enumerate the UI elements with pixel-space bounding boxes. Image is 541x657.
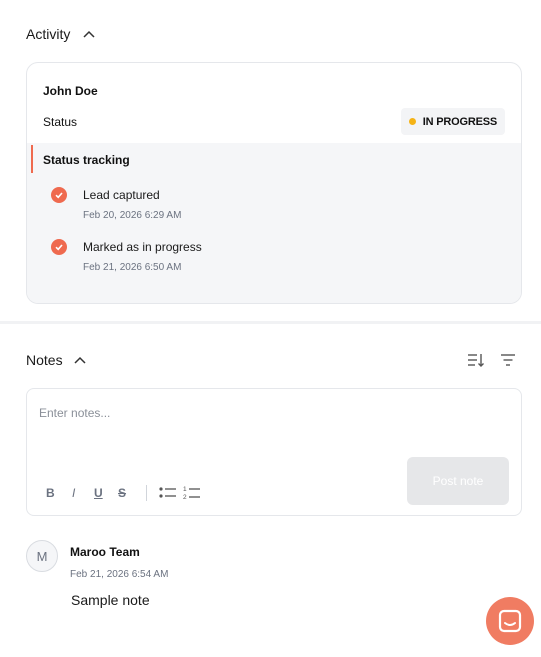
notes-header: Notes [26, 352, 87, 368]
tracking-title: Status tracking [43, 153, 130, 167]
step-connector [31, 145, 33, 173]
italic-button[interactable]: I [72, 486, 75, 500]
step-label: Lead captured [83, 188, 160, 202]
activity-header: Activity [26, 26, 96, 42]
filter-icon[interactable] [499, 351, 517, 369]
status-badge: IN PROGRESS [400, 108, 505, 135]
section-divider [0, 321, 541, 324]
notes-toolbar [467, 351, 517, 369]
bold-button[interactable]: B [46, 486, 55, 500]
chat-icon [498, 609, 522, 633]
status-label: Status [43, 115, 78, 129]
svg-text:2: 2 [183, 494, 187, 501]
activity-card: John Doe Status IN PROGRESS Status track… [26, 62, 522, 304]
step-time: Feb 20, 2026 6:29 AM [83, 210, 182, 221]
check-circle-icon [51, 239, 67, 255]
status-dot [408, 118, 416, 125]
lead-name: John Doe [43, 84, 98, 98]
strikethrough-button[interactable]: S [118, 486, 126, 500]
numbered-list-icon[interactable]: 1 2 [182, 485, 202, 501]
notes-title: Notes [26, 352, 63, 368]
note-body: Sample note [71, 592, 150, 608]
post-note-button[interactable]: Post note [407, 457, 509, 505]
notes-editor: B I U S 1 2 Post note [26, 388, 522, 516]
underline-button[interactable]: U [94, 486, 103, 500]
notes-input[interactable] [39, 401, 509, 425]
chevron-up-icon[interactable] [82, 27, 96, 41]
step-label: Marked as in progress [83, 240, 202, 254]
activity-title: Activity [26, 26, 71, 42]
note-time: Feb 21, 2026 6:54 AM [70, 569, 169, 580]
note-author: Maroo Team [70, 545, 140, 559]
status-badge-text: IN PROGRESS [422, 115, 497, 128]
chevron-up-icon[interactable] [73, 353, 87, 367]
chat-launcher-button[interactable] [486, 597, 534, 645]
toolbar-separator [146, 485, 147, 501]
bullet-list-icon[interactable] [158, 485, 178, 501]
step-time: Feb 21, 2026 6:50 AM [83, 262, 182, 273]
check-circle-icon [51, 187, 67, 203]
svg-text:1: 1 [183, 486, 187, 493]
sort-icon[interactable] [467, 351, 485, 369]
avatar: M [26, 540, 58, 572]
status-tracking: Status tracking Lead captured Feb 20, 20… [27, 143, 521, 303]
